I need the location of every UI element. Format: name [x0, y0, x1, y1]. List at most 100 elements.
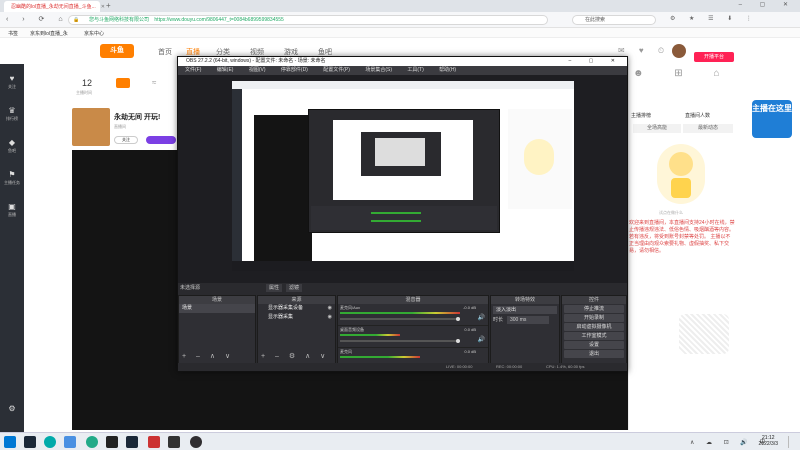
- sidebar-item-rank[interactable]: ♛ 排行榜: [0, 106, 24, 128]
- source-item[interactable]: 显示器采集 ◉: [258, 313, 335, 322]
- source-item[interactable]: 显示器采集设备 ◉: [258, 304, 335, 313]
- source-controls[interactable]: + – ⚙ ∧ ∨: [261, 352, 329, 360]
- media-icon[interactable]: [148, 436, 160, 448]
- notification-icon[interactable]: [788, 436, 796, 448]
- volume-slider[interactable]: [340, 317, 460, 321]
- mixer-channel: 桌面音频设备 0.0 dB 🔊: [338, 326, 488, 348]
- heart-icon: ♥: [9, 74, 15, 83]
- url-text: https://www.douyu.com/9806447_t=0084b689…: [154, 17, 284, 23]
- channel-name: 桌面音频设备: [340, 327, 364, 332]
- menu-docks[interactable]: 停靠部件(D): [281, 67, 308, 73]
- open-stream-button[interactable]: 开播平台: [694, 52, 734, 62]
- fish-badge-icon: [116, 78, 130, 88]
- no-source-label: 未选择源: [180, 285, 201, 291]
- obs-preview[interactable]: [178, 75, 627, 283]
- toolbar-icons[interactable]: ⚙ ★ ☰ ⬇ ⋮: [670, 15, 758, 22]
- menu-scene-collection[interactable]: 场景集合(S): [365, 67, 392, 73]
- browser-tab-title: 忍幽酷的lol直播_永劫无间直播_斗鱼...: [11, 4, 96, 10]
- rec-status: REC: 00:00:00: [496, 364, 523, 369]
- browser-icon[interactable]: [86, 436, 98, 448]
- capture-layer-2: [308, 109, 500, 233]
- chip-highenergy[interactable]: 全场高能: [633, 124, 681, 133]
- douyu-logo[interactable]: 斗鱼: [100, 44, 134, 58]
- user-avatar[interactable]: [672, 44, 686, 58]
- obs-taskbar-icon[interactable]: [190, 436, 202, 448]
- rank-tab[interactable]: 主播排榜: [631, 112, 651, 119]
- eye-icon[interactable]: ◉: [328, 304, 332, 313]
- scene-controls[interactable]: + – ∧ ∨: [182, 352, 234, 360]
- viewers-tab[interactable]: 直播间人数: [685, 112, 710, 119]
- obs-window-controls[interactable]: – ▢ ✕: [569, 57, 623, 66]
- speaker-icon[interactable]: 🔊: [478, 314, 485, 321]
- menu-profile[interactable]: 配置文件(P): [323, 67, 350, 73]
- bookmark-item[interactable]: 京东中心: [84, 30, 104, 37]
- menu-file[interactable]: 文件(F): [185, 67, 201, 73]
- video-player[interactable]: [72, 150, 178, 430]
- bookmark-item[interactable]: 京东到lol直播_永: [30, 30, 68, 37]
- nav-buttons[interactable]: ‹ › ⟳ ⌂: [6, 15, 69, 23]
- settings-button[interactable]: 设置: [564, 341, 624, 349]
- settings-gear-icon[interactable]: [168, 436, 180, 448]
- studio-mode-button[interactable]: 工作室模式: [564, 332, 624, 340]
- steam-client-icon[interactable]: [126, 436, 138, 448]
- streamer-info: 永劫无间 开玩! 直播间 关注: [72, 108, 178, 148]
- scene-item[interactable]: 场景: [179, 304, 255, 313]
- steam-icon[interactable]: [24, 436, 36, 448]
- sidebar-item-yuba[interactable]: ◆ 鱼吧: [0, 138, 24, 160]
- nav-home[interactable]: 首页: [158, 47, 172, 57]
- speaker-icon[interactable]: 🔊: [478, 336, 485, 343]
- menu-help[interactable]: 帮助(H): [439, 67, 456, 73]
- virtual-camera-button[interactable]: 启动虚拟摄像机: [564, 323, 624, 331]
- system-clock[interactable]: 21:12 2022/3/3: [759, 435, 778, 447]
- browser-search-input[interactable]: 在此搜索: [572, 15, 656, 25]
- close-tab-icon[interactable]: ✕: [101, 4, 105, 10]
- browser-address-bar: ‹ › ⟳ ⌂ 🔒 您与斗鱼网络科技有限公司 https://www.douyu…: [0, 12, 800, 28]
- source-toolbar: 未选择源 属性 滤镜: [178, 283, 627, 293]
- obs-title: OBS 27.2.2 (64-bit, windows) - 配置文件: 未命名…: [186, 58, 326, 64]
- chip-latest[interactable]: 最新动态: [683, 124, 733, 133]
- exit-button[interactable]: 退出: [564, 350, 624, 358]
- obs-status-bar: LIVE: 00:00:00 REC: 00:00:00 CPU: 1.4%, …: [178, 363, 627, 371]
- sidebar-settings[interactable]: ⚙: [0, 404, 24, 426]
- sidebar-item-follow[interactable]: ♥ 关注: [0, 74, 24, 96]
- eye-icon[interactable]: ◉: [328, 313, 332, 322]
- video-player-bottom[interactable]: [177, 372, 628, 430]
- mascot-body: [671, 178, 691, 198]
- stat-count: 12: [82, 78, 93, 88]
- sidebar-item-task[interactable]: ⚑ 主播任务: [0, 170, 24, 192]
- explorer-icon[interactable]: [64, 436, 76, 448]
- transition-select[interactable]: 淡入淡出: [493, 306, 557, 314]
- filters-button[interactable]: 滤镜: [286, 284, 303, 292]
- capture-browser-bar: [232, 81, 574, 89]
- sticker-ad[interactable]: 主播在这里: [752, 100, 792, 138]
- transitions-dock: 转场特效 淡入淡出 时长 300 ms: [490, 295, 560, 371]
- streamer-avatar[interactable]: [72, 108, 110, 146]
- chart-icon: ≈: [152, 78, 157, 87]
- app-icon[interactable]: [106, 436, 118, 448]
- header-icons[interactable]: ✉ ♥ ⏲: [618, 46, 670, 56]
- duration-input[interactable]: 300 ms: [507, 316, 549, 324]
- capture-layer-3: [333, 120, 473, 200]
- properties-button[interactable]: 属性: [266, 284, 283, 292]
- edge-icon[interactable]: [44, 436, 56, 448]
- flag-icon: ⚑: [8, 170, 16, 179]
- start-icon[interactable]: [4, 436, 16, 448]
- follow-button[interactable]: 关注: [114, 136, 138, 144]
- sidebar-item-live[interactable]: ▣ 直播: [0, 202, 24, 224]
- browser-tab[interactable]: 忍幽酷的lol直播_永劫无间直播_斗鱼... ✕: [4, 1, 105, 12]
- start-recording-button[interactable]: 开始录制: [564, 314, 624, 322]
- sources-dock-title: 来源: [258, 296, 335, 304]
- volume-slider[interactable]: [340, 339, 460, 343]
- capture-docks: [311, 206, 497, 230]
- url-field[interactable]: 🔒 您与斗鱼网络科技有限公司 https://www.douyu.com/980…: [68, 15, 548, 25]
- menu-view[interactable]: 视图(V): [249, 67, 266, 73]
- menu-tools[interactable]: 工具(T): [407, 67, 423, 73]
- panel-icons[interactable]: ☻ ⊞ ⌂: [633, 68, 734, 79]
- window-controls[interactable]: – ▢ ✕: [739, 1, 796, 8]
- mixer-dock-title: 混音器: [338, 296, 488, 304]
- new-tab-icon[interactable]: +: [106, 1, 111, 10]
- stop-streaming-button[interactable]: 停止推流: [564, 305, 624, 313]
- left-sidebar: ♥ 关注 ♛ 排行榜 ◆ 鱼吧 ⚑ 主播任务 ▣ 直播 ⚙: [0, 64, 24, 432]
- menu-edit[interactable]: 编辑(E): [217, 67, 234, 73]
- bookmark-item[interactable]: 书签: [8, 30, 18, 37]
